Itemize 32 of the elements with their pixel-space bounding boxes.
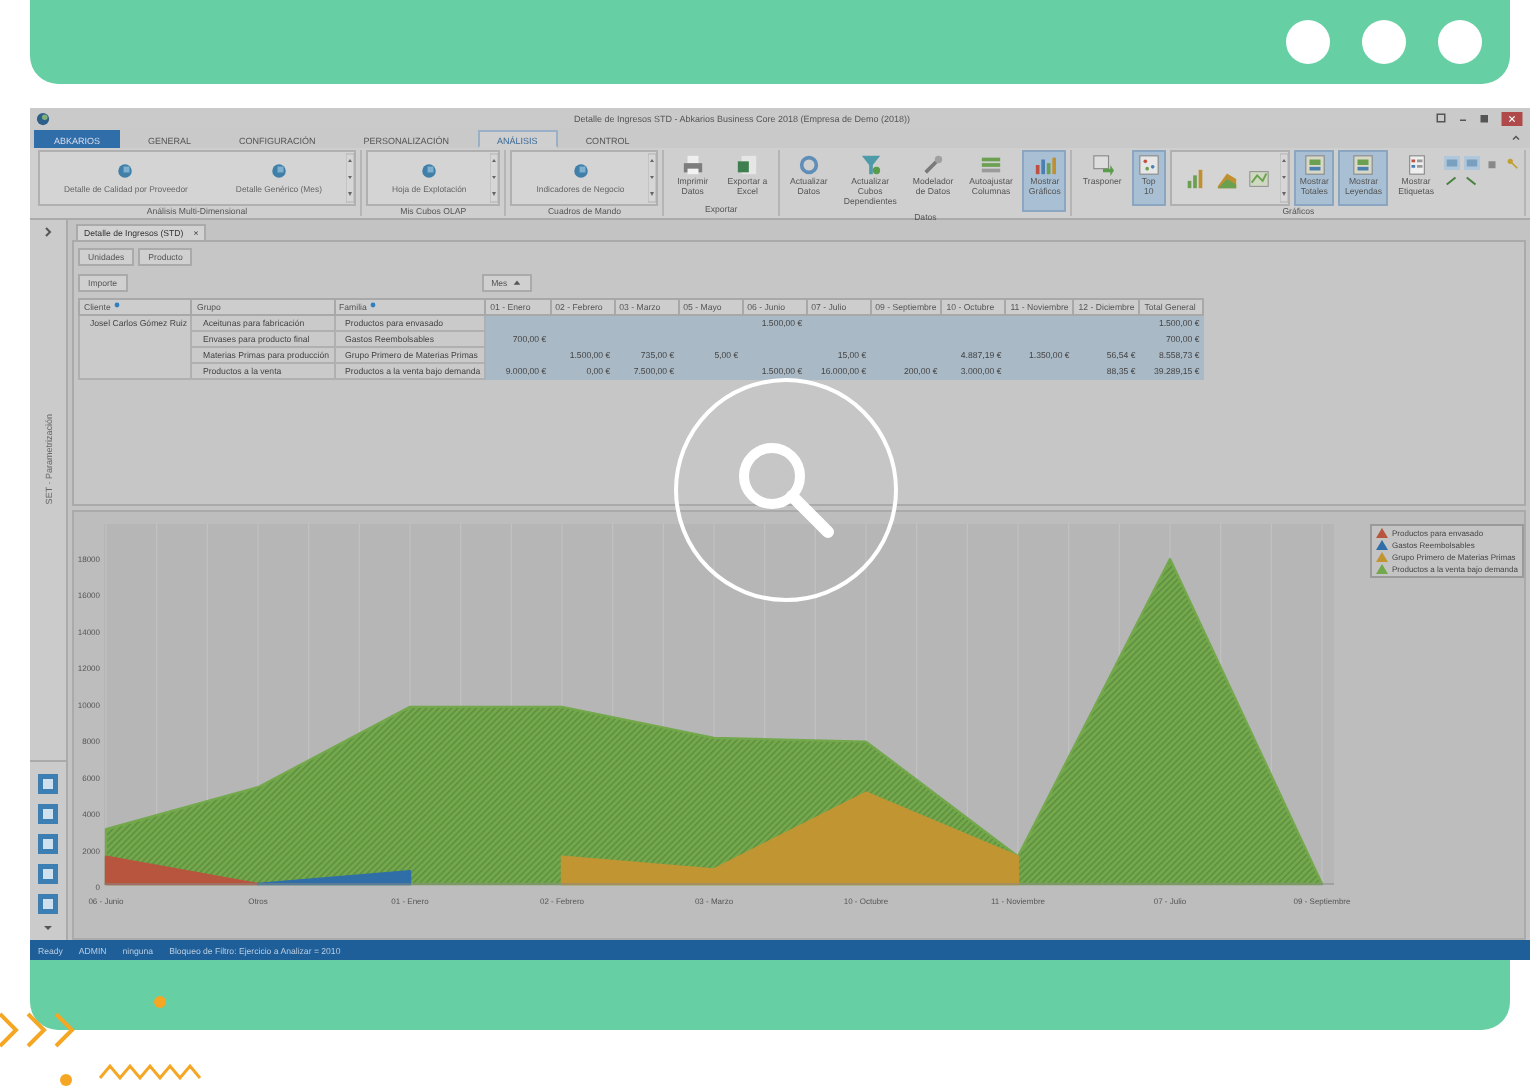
printer-icon	[681, 154, 704, 176]
bar-chart-icon	[1033, 154, 1056, 176]
dot-icon	[1438, 20, 1482, 64]
caret-icon[interactable]	[1510, 132, 1522, 144]
scroll-arrows-icon[interactable]	[490, 152, 499, 204]
list-icon	[1405, 154, 1428, 176]
dot-icon	[1362, 20, 1406, 64]
wrench-icon	[922, 154, 945, 176]
sort-icon[interactable]	[511, 278, 522, 288]
filter-dot-icon[interactable]	[369, 302, 376, 308]
bar-chart-icon[interactable]	[1183, 167, 1206, 189]
table-icon	[1303, 154, 1326, 176]
transpose-icon	[1091, 154, 1114, 176]
grid-icon	[1137, 154, 1160, 176]
dot-icon	[1286, 20, 1330, 64]
app-icon	[36, 111, 50, 125]
restore-icon[interactable]	[1434, 112, 1448, 124]
scroll-arrows-icon[interactable]	[1279, 152, 1288, 204]
filter-dot-icon[interactable]	[113, 302, 120, 308]
search-icon	[672, 376, 900, 604]
caret-icon[interactable]	[42, 924, 54, 932]
close-icon[interactable]	[1500, 111, 1524, 125]
table-icon	[1352, 154, 1375, 176]
columns-icon	[980, 154, 1003, 176]
scroll-arrows-icon[interactable]	[648, 152, 657, 204]
key-icon[interactable]	[1504, 156, 1520, 170]
scroll-arrows-icon[interactable]	[345, 152, 354, 204]
funnel-icon	[859, 154, 882, 176]
refresh-icon	[797, 154, 820, 176]
maximize-icon[interactable]	[1478, 112, 1492, 124]
spreadsheet-icon	[736, 154, 759, 176]
chevron-icon[interactable]	[42, 226, 54, 238]
